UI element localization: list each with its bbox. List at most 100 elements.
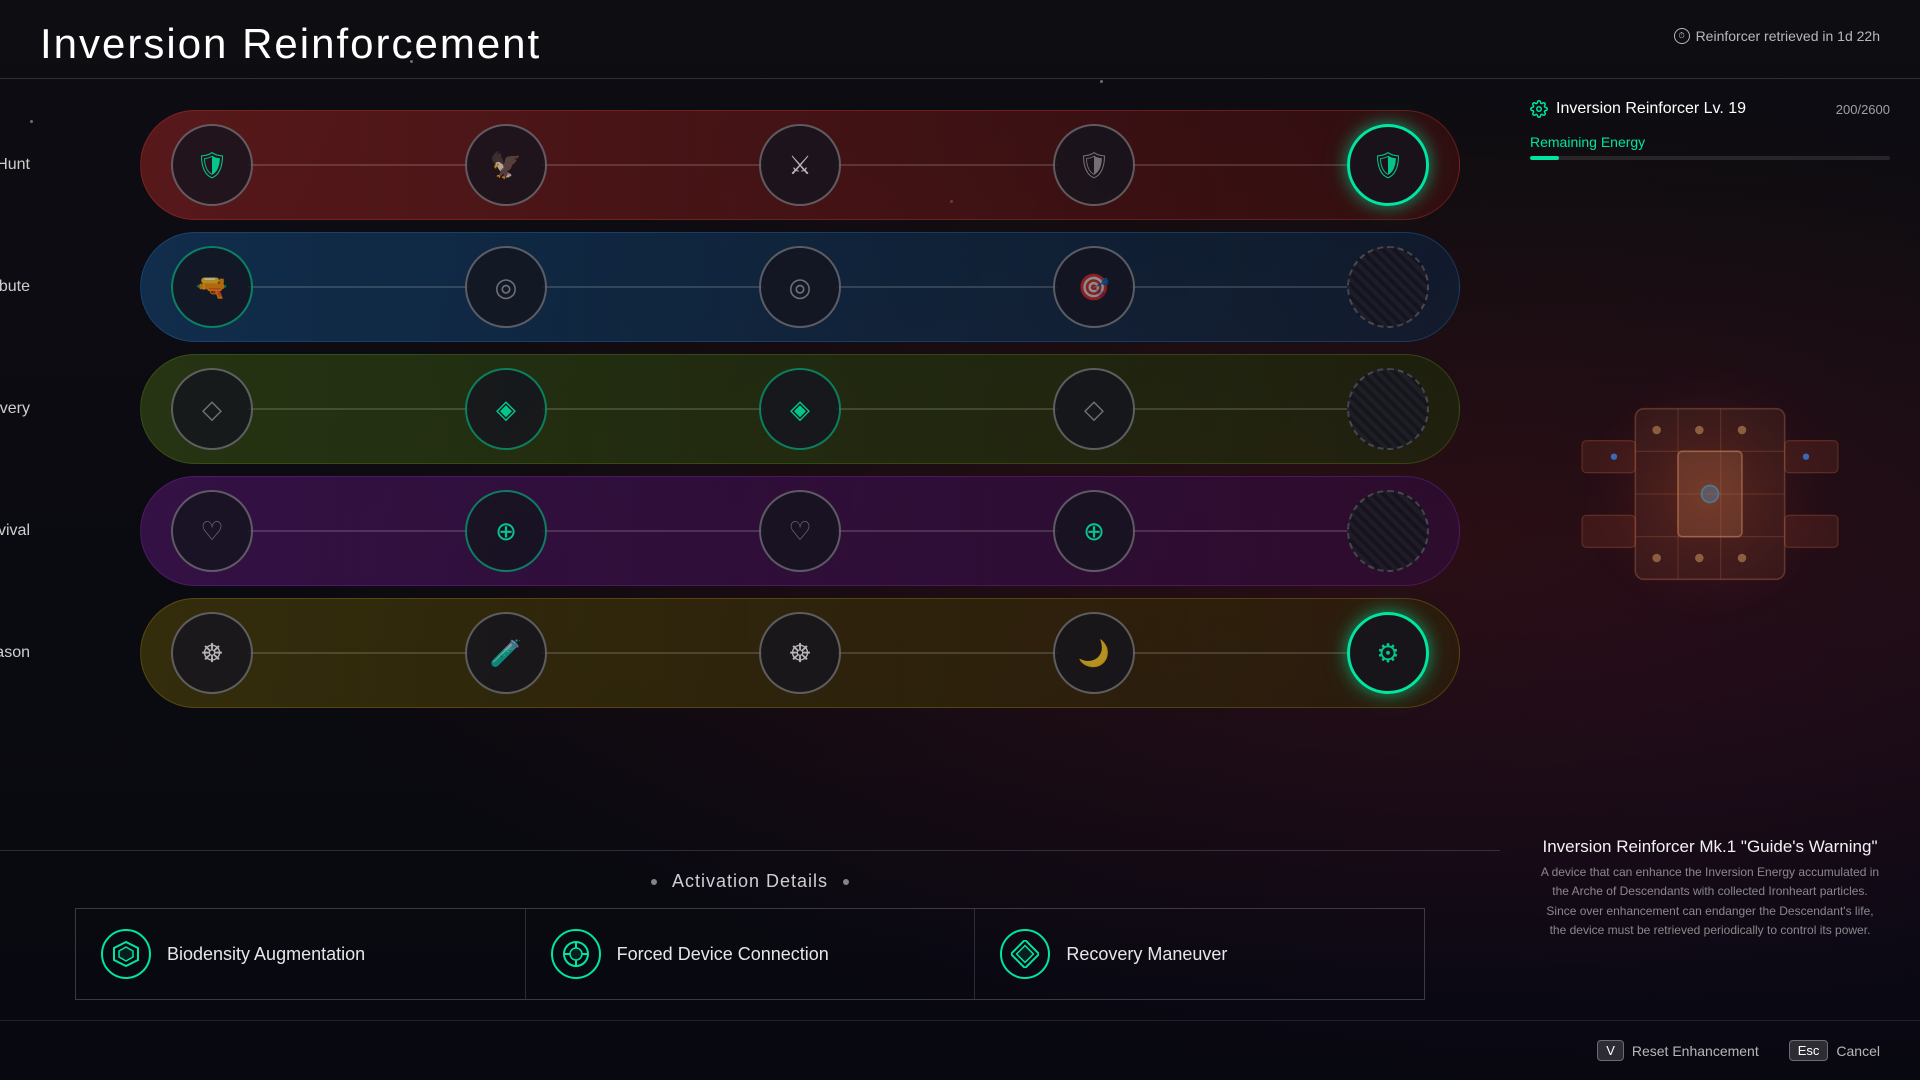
connector	[1130, 164, 1352, 166]
connector	[836, 530, 1058, 532]
hunt-node-1[interactable]: 🛡	[171, 124, 253, 206]
timer-text: Reinforcer retrieved in 1d 22h	[1696, 28, 1880, 44]
gear-icon	[1530, 100, 1548, 118]
sea-icon-2: 🧪	[490, 638, 522, 669]
sea-icon-1: ☸	[200, 638, 223, 669]
reset-label: Reset Enhancement	[1632, 1043, 1759, 1059]
recovery-maneuver-icon	[1000, 929, 1050, 979]
season-nodes: ☸ 🧪 ☸ 🌙 ⚙	[161, 612, 1439, 694]
surv-node-2[interactable]: ⊕	[465, 490, 547, 572]
dot-left	[651, 879, 657, 885]
connector	[248, 286, 470, 288]
cancel-action[interactable]: Esc Cancel	[1789, 1040, 1880, 1061]
activation-title: Activation Details	[672, 871, 828, 892]
sea-node-2[interactable]: 🧪	[465, 612, 547, 694]
main-content: Hunt 🛡 🦅 ⚔ 🛡	[0, 80, 1920, 960]
timer-info: ⏱ Reinforcer retrieved in 1d 22h	[1674, 28, 1880, 44]
sea-icon-4: 🌙	[1078, 638, 1110, 669]
surv-node-3[interactable]: ♡	[759, 490, 841, 572]
reinforcer-title-group: Inversion Reinforcer Lv. 19	[1530, 100, 1746, 118]
connector	[248, 652, 470, 654]
connector	[542, 408, 764, 410]
reset-action[interactable]: V Reset Enhancement	[1597, 1040, 1759, 1061]
rec-node-4[interactable]: ◇	[1053, 368, 1135, 450]
activation-title-row: Activation Details	[651, 871, 849, 892]
cancel-label: Cancel	[1836, 1043, 1880, 1059]
cancel-key: Esc	[1789, 1040, 1829, 1061]
sea-node-3[interactable]: ☸	[759, 612, 841, 694]
surv-icon-1: ♡	[200, 516, 223, 547]
reset-key: V	[1597, 1040, 1624, 1061]
rec-icon-1: ◇	[202, 394, 222, 425]
sea-icon-5: ⚙	[1376, 638, 1399, 669]
hunt-node-4[interactable]: 🛡	[1053, 124, 1135, 206]
connector	[836, 408, 1058, 410]
energy-bar-section: Remaining Energy	[1530, 134, 1890, 160]
activation-card-biodensity[interactable]: Biodensity Augmentation	[76, 909, 526, 999]
connector	[1130, 530, 1352, 532]
survival-row: ♡ ⊕ ♡ ⊕	[140, 476, 1460, 586]
forced-icon	[551, 929, 601, 979]
connector	[1130, 408, 1352, 410]
hunt-label: Hunt	[0, 156, 30, 174]
reinforcer-title-text: Inversion Reinforcer Lv. 19	[1556, 100, 1746, 118]
rec-icon-2: ◈	[496, 394, 516, 425]
recovery-label: Recovery	[0, 400, 30, 418]
header: Inversion Reinforcement ⏱ Reinforcer ret…	[0, 0, 1920, 79]
recovery-maneuver-label: Recovery Maneuver	[1066, 944, 1227, 965]
surv-node-4[interactable]: ⊕	[1053, 490, 1135, 572]
rec-node-5[interactable]	[1347, 368, 1429, 450]
attr-node-4[interactable]: 🎯	[1053, 246, 1135, 328]
connector	[248, 530, 470, 532]
biodensity-svg	[112, 940, 140, 968]
surv-node-1[interactable]: ♡	[171, 490, 253, 572]
hunt-node-3[interactable]: ⚔	[759, 124, 841, 206]
connector	[1130, 652, 1352, 654]
device-info: Inversion Reinforcer Mk.1 "Guide's Warni…	[1530, 827, 1890, 940]
activation-card-forced[interactable]: Forced Device Connection	[526, 909, 976, 999]
dot-right	[843, 879, 849, 885]
attr-icon-1: 🔫	[196, 272, 228, 303]
survival-nodes: ♡ ⊕ ♡ ⊕	[161, 490, 1439, 572]
attribute-row: 🔫 ◎ ◎ 🎯	[140, 232, 1460, 342]
hunt-node-5[interactable]: 🛡	[1347, 124, 1429, 206]
energy-label: Remaining Energy	[1530, 134, 1890, 150]
rec-node-2[interactable]: ◈	[465, 368, 547, 450]
reinforcer-xp: 200/2600	[1836, 102, 1890, 117]
rec-icon-3: ◈	[790, 394, 810, 425]
separator	[0, 850, 1500, 851]
attr-node-1[interactable]: 🔫	[171, 246, 253, 328]
hunt-icon-3: ⚔	[788, 150, 811, 181]
sea-node-1[interactable]: ☸	[171, 612, 253, 694]
clock-icon: ⏱	[1674, 28, 1690, 44]
sea-icon-3: ☸	[788, 638, 811, 669]
connector	[248, 164, 470, 166]
attr-node-2[interactable]: ◎	[465, 246, 547, 328]
recovery-svg	[1011, 940, 1039, 968]
connector	[542, 530, 764, 532]
activation-card-recovery[interactable]: Recovery Maneuver	[975, 909, 1424, 999]
rec-node-1[interactable]: ◇	[171, 368, 253, 450]
surv-node-5[interactable]	[1347, 490, 1429, 572]
energy-bar	[1530, 156, 1890, 160]
hunt-icon-4: 🛡	[1077, 150, 1110, 181]
sea-node-5[interactable]: ⚙	[1347, 612, 1429, 694]
surv-icon-4: ⊕	[1083, 516, 1105, 547]
device-name: Inversion Reinforcer Mk.1 "Guide's Warni…	[1540, 837, 1880, 857]
forced-svg	[562, 940, 590, 968]
hunt-icon-1: 🛡	[195, 150, 228, 181]
right-panel: Inversion Reinforcer Lv. 19 200/2600 Rem…	[1500, 80, 1920, 960]
energy-fill	[1530, 156, 1559, 160]
attr-node-3[interactable]: ◎	[759, 246, 841, 328]
sea-node-4[interactable]: 🌙	[1053, 612, 1135, 694]
forced-label: Forced Device Connection	[617, 944, 829, 965]
biodensity-icon	[101, 929, 151, 979]
hunt-node-2[interactable]: 🦅	[465, 124, 547, 206]
hunt-nodes: 🛡 🦅 ⚔ 🛡 🛡	[161, 124, 1439, 206]
connector	[542, 652, 764, 654]
attr-node-5[interactable]	[1347, 246, 1429, 328]
rec-node-3[interactable]: ◈	[759, 368, 841, 450]
connector	[1130, 286, 1352, 288]
surv-icon-2: ⊕	[495, 516, 517, 547]
rec-icon-4: ◇	[1084, 394, 1104, 425]
